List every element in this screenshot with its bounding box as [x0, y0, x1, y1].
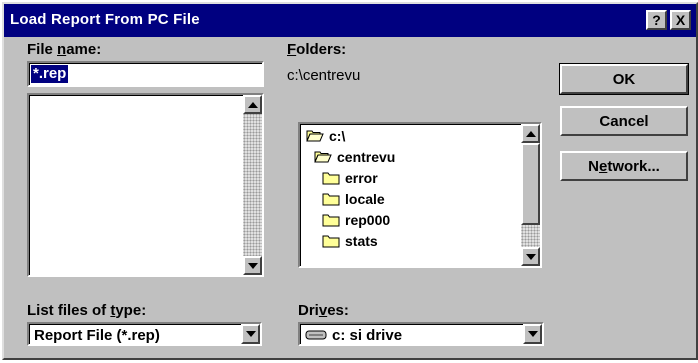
folder-icon	[322, 172, 340, 185]
open-folder-icon	[314, 151, 332, 163]
file-name-value: *.rep	[31, 65, 69, 83]
file-type-select[interactable]: Report File (*.rep)	[27, 322, 262, 346]
title-bar[interactable]: Load Report From PC File ? X	[4, 4, 696, 37]
drives-select[interactable]: c: si drive	[298, 322, 544, 346]
folder-list-scrollbar[interactable]	[521, 124, 540, 266]
chevron-down-icon	[527, 331, 538, 337]
folder-list[interactable]: c:\ centrevu error locale rep000 stats	[298, 122, 542, 268]
network-button[interactable]: Ne twork...	[560, 151, 688, 181]
file-list-scroll-down[interactable]	[243, 256, 262, 275]
folder-icon	[322, 193, 340, 206]
file-list-scrollbar[interactable]	[243, 95, 262, 275]
file-name-input[interactable]: *.rep	[27, 61, 264, 87]
drives-label: Drives:	[298, 302, 349, 319]
dialog-title: Load Report From PC File	[10, 11, 200, 28]
folder-item[interactable]: c:\	[306, 126, 345, 146]
folder-icon	[322, 214, 340, 227]
arrow-down-icon	[525, 253, 536, 260]
folder-item[interactable]: rep000	[322, 210, 390, 230]
folder-list-scroll-down[interactable]	[521, 247, 540, 266]
file-name-label: File name:	[27, 41, 102, 58]
file-list[interactable]	[27, 93, 264, 277]
close-button[interactable]: X	[670, 10, 691, 30]
chevron-down-icon	[245, 331, 256, 337]
folder-item[interactable]: stats	[322, 231, 378, 251]
help-button[interactable]: ?	[646, 10, 667, 30]
folder-list-scroll-thumb[interactable]	[521, 143, 540, 225]
file-type-value: Report File (*.rep)	[34, 327, 160, 344]
hard-drive-icon	[305, 330, 327, 340]
folder-list-scroll-up[interactable]	[521, 124, 540, 143]
folder-item[interactable]: locale	[322, 189, 385, 209]
ok-button[interactable]: OK	[559, 63, 689, 95]
file-type-dropdown-button[interactable]	[241, 324, 260, 344]
file-type-label: List files of type:	[27, 302, 147, 319]
drives-dropdown-button[interactable]	[523, 324, 542, 344]
open-folder-icon	[306, 130, 324, 142]
load-report-dialog: Load Report From PC File ? X File name: …	[2, 2, 698, 360]
arrow-up-icon	[525, 130, 536, 137]
folder-item[interactable]: error	[322, 168, 378, 188]
arrow-down-icon	[247, 262, 258, 269]
drives-value: c: si drive	[332, 327, 403, 344]
folder-item[interactable]: centrevu	[314, 147, 395, 167]
file-list-scroll-up[interactable]	[243, 95, 262, 114]
arrow-up-icon	[247, 101, 258, 108]
folders-label: Folders:	[287, 41, 347, 58]
current-path: c:\centrevu	[287, 67, 361, 84]
folder-icon	[322, 235, 340, 248]
cancel-button[interactable]: Cancel	[560, 106, 688, 136]
